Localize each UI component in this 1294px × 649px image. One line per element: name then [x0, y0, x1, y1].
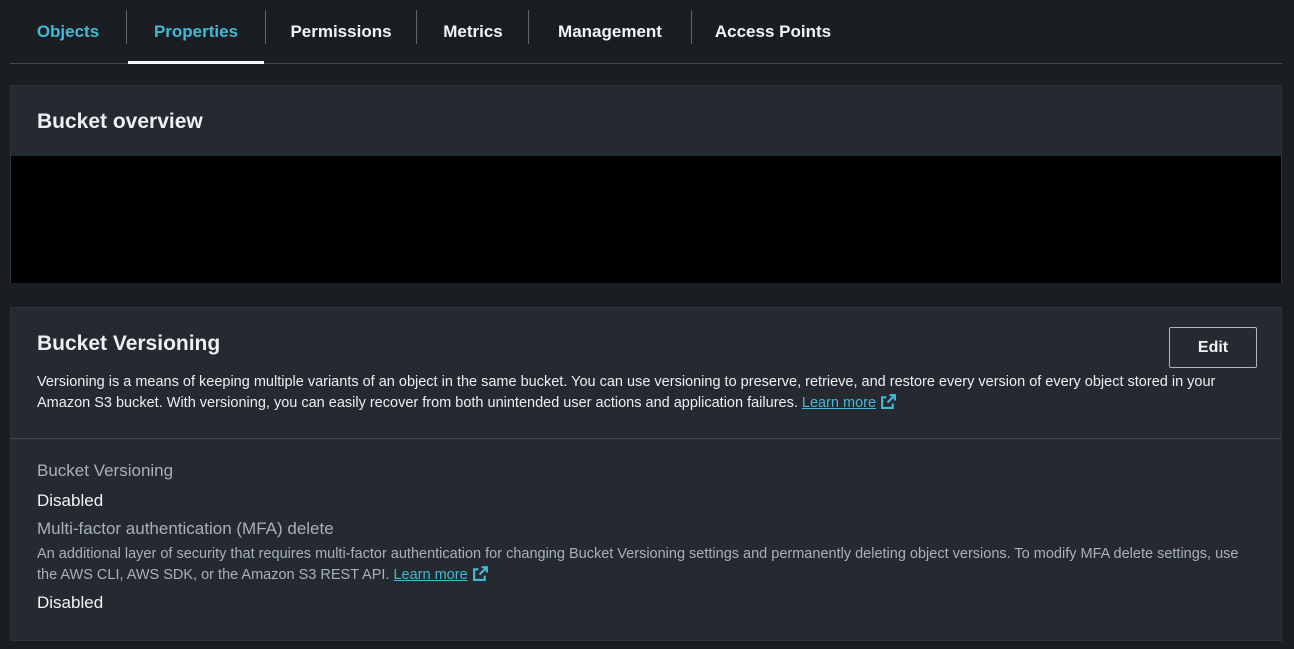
learn-more-label: Learn more: [801, 394, 877, 411]
bucket-overview-title: Bucket overview: [37, 110, 203, 133]
mfa-learn-more-link[interactable]: Learn more: [393, 567, 467, 583]
tab-properties[interactable]: Properties: [128, 0, 264, 64]
bucket-versioning-title: Bucket Versioning: [37, 332, 221, 355]
mfa-delete-description: An additional layer of security that req…: [37, 544, 1257, 585]
tab-divider: [691, 10, 692, 44]
tab-bar: Objects Properties Permissions Metrics M…: [10, 0, 1282, 64]
tab-divider: [126, 10, 127, 44]
versioning-description-text: Versioning is a means of keeping multipl…: [37, 374, 1216, 411]
mfa-delete-value: Disabled: [37, 593, 104, 612]
tab-metrics[interactable]: Metrics: [418, 0, 528, 63]
tab-management[interactable]: Management: [530, 0, 690, 63]
learn-more-link[interactable]: Learn more: [802, 395, 876, 411]
bucket-versioning-panel: Bucket Versioning Edit Versioning is a m…: [10, 307, 1282, 641]
tab-divider: [416, 10, 417, 44]
external-link-icon[interactable]: [472, 565, 489, 582]
tab-permissions[interactable]: Permissions: [266, 0, 416, 63]
mfa-delete-description-text: An additional layer of security that req…: [37, 546, 1239, 583]
mfa-delete-label: Multi-factor authentication (MFA) delete: [37, 519, 334, 538]
mfa-learn-more-label: Learn more: [393, 566, 468, 583]
tab-objects[interactable]: Objects: [10, 0, 126, 63]
external-link-icon[interactable]: [880, 393, 897, 410]
section-divider: [11, 438, 1281, 439]
edit-button[interactable]: Edit: [1169, 327, 1257, 368]
redacted-content: [11, 156, 1281, 283]
bucket-overview-panel: Bucket overview: [10, 85, 1282, 283]
versioning-status-label: Bucket Versioning: [37, 461, 174, 480]
tab-divider: [528, 10, 529, 44]
versioning-status-value: Disabled: [37, 491, 104, 510]
versioning-description: Versioning is a means of keeping multipl…: [37, 372, 1257, 413]
tab-access-points[interactable]: Access Points: [693, 0, 853, 63]
